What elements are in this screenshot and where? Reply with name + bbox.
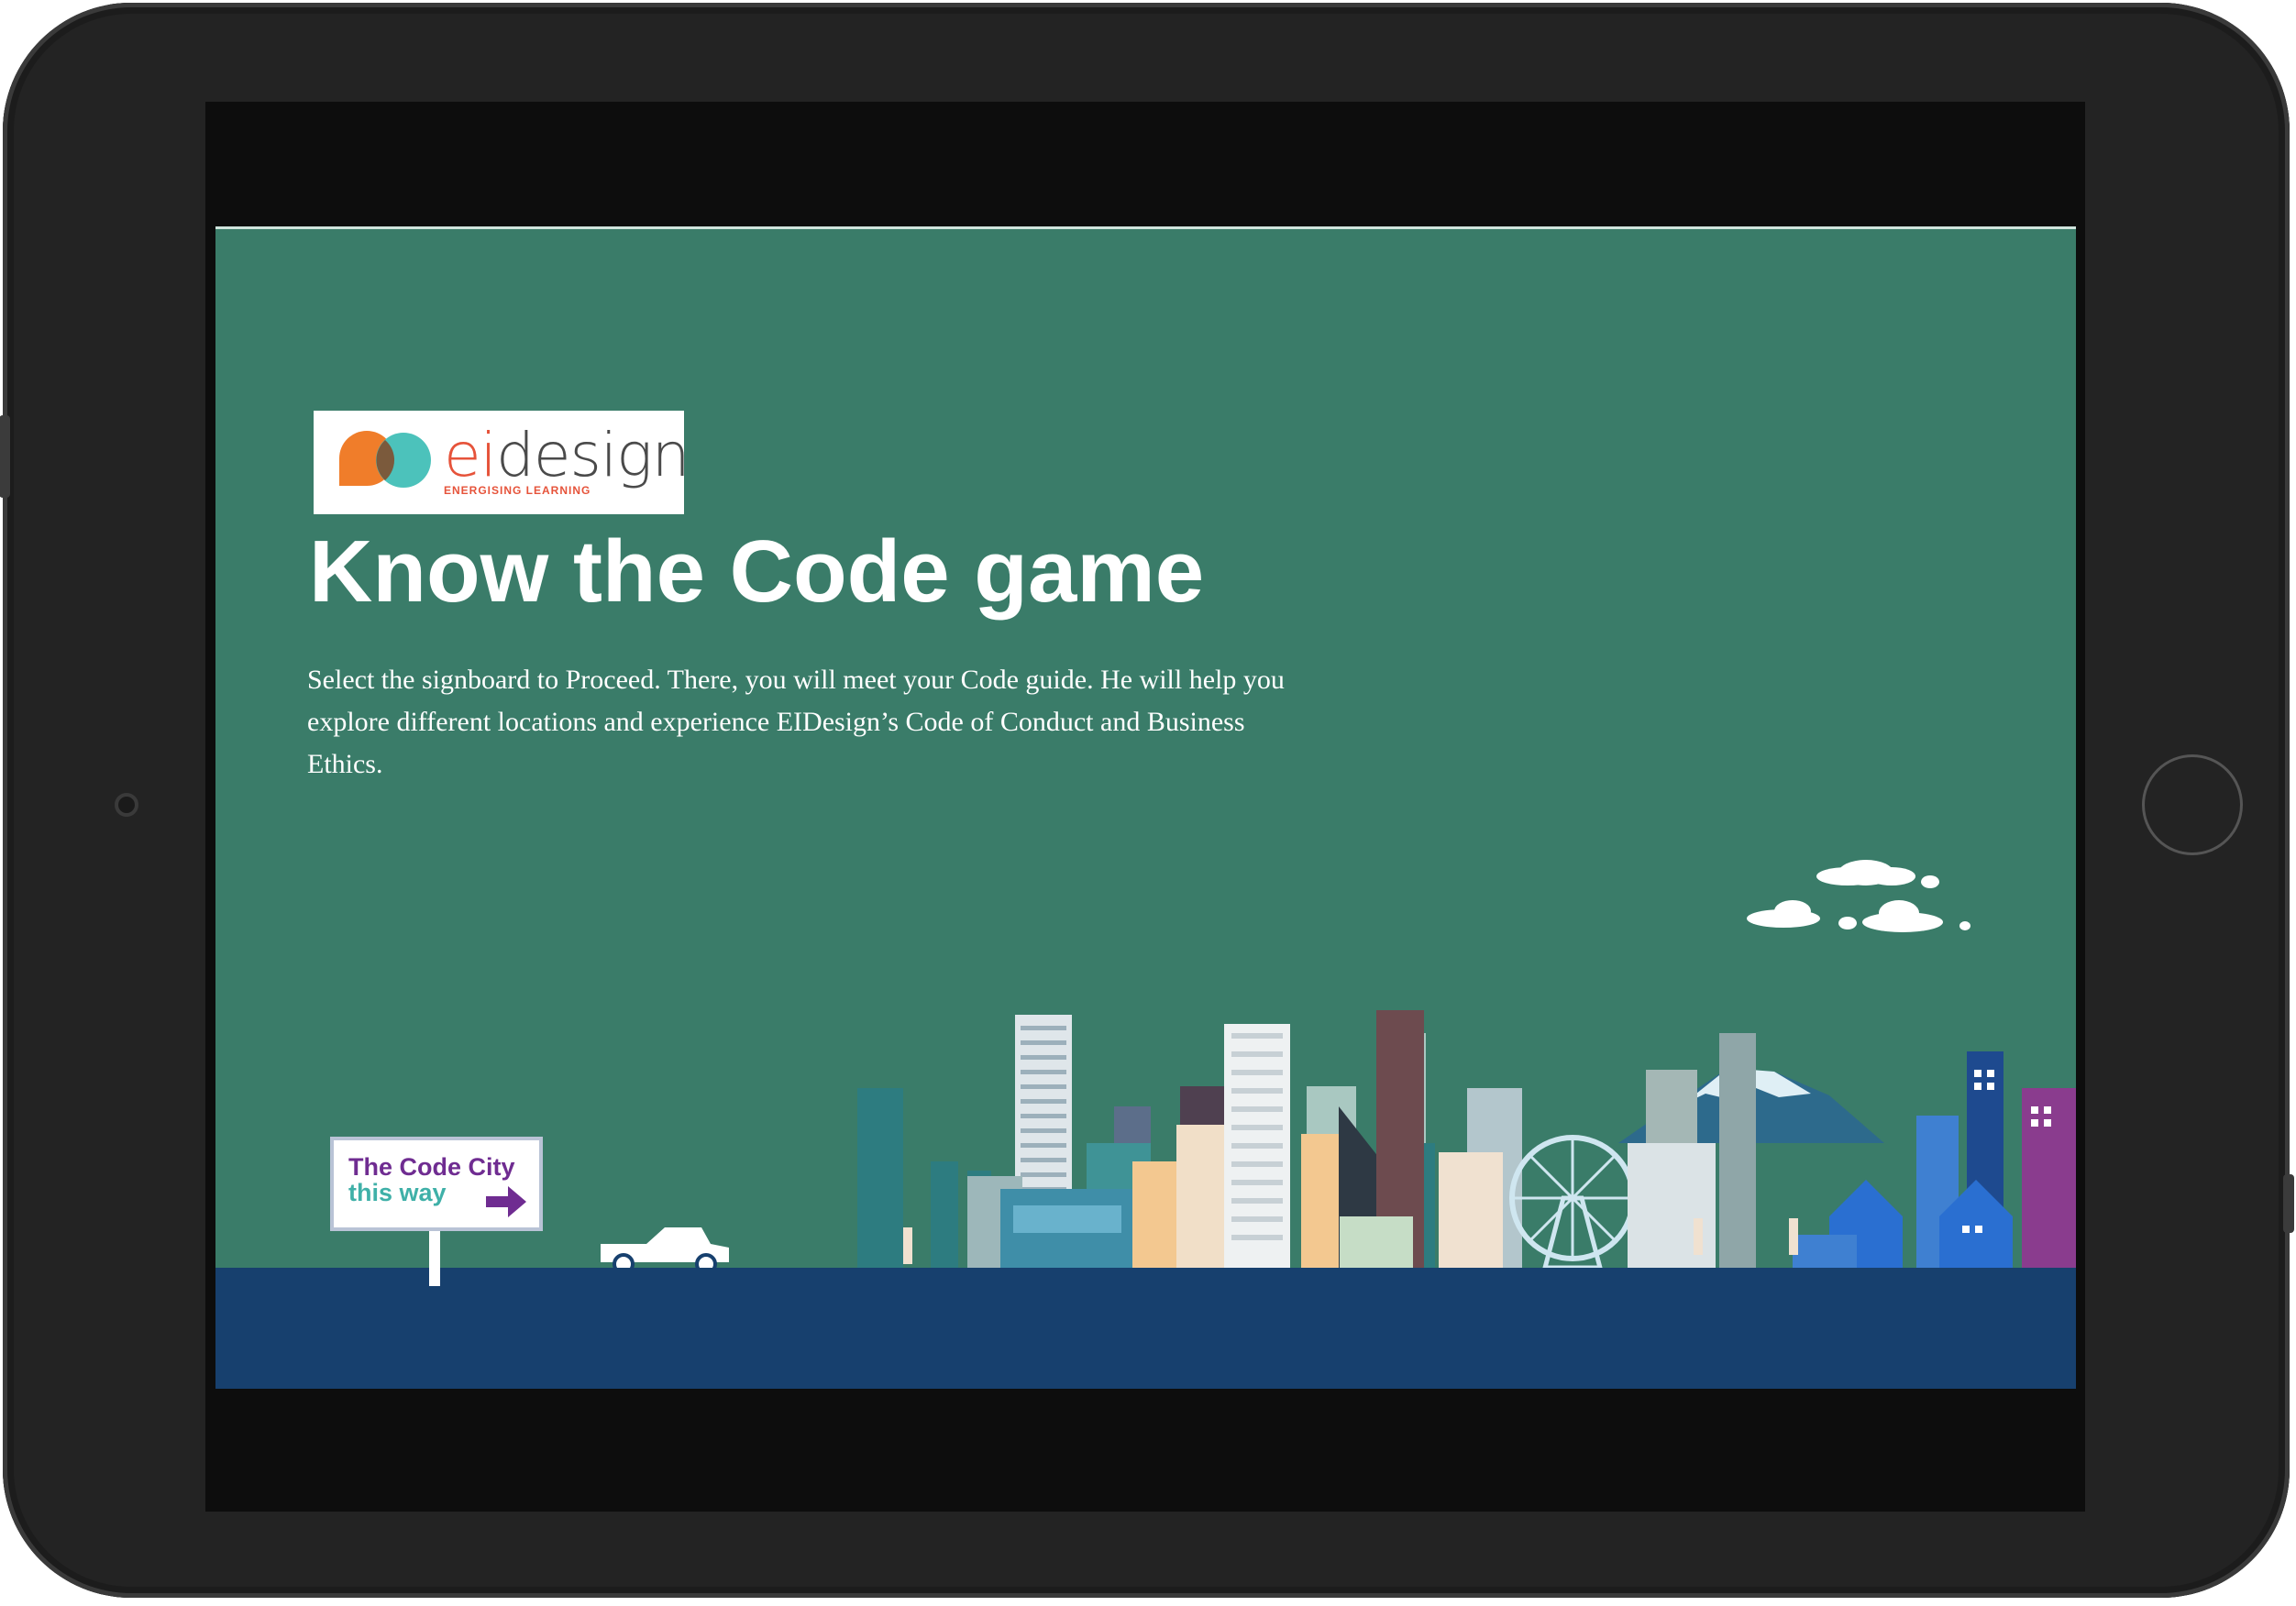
volume-button xyxy=(0,415,10,498)
code-city-signboard[interactable]: The Code City this way xyxy=(330,1137,543,1231)
game-intro-slide: eidesign ENERGISING LEARNING Know the Co… xyxy=(215,226,2076,1389)
home-button[interactable] xyxy=(2142,754,2243,855)
signboard-subtitle: this way xyxy=(348,1179,447,1206)
arrow-right-icon xyxy=(486,1186,526,1217)
camera-icon xyxy=(115,793,138,817)
road xyxy=(215,1268,2076,1389)
clouds-icon xyxy=(1747,860,1970,932)
signboard-post xyxy=(429,1231,440,1286)
signboard-title: The Code City xyxy=(348,1153,515,1181)
truck-icon xyxy=(601,1227,729,1275)
power-button xyxy=(2283,1174,2294,1233)
